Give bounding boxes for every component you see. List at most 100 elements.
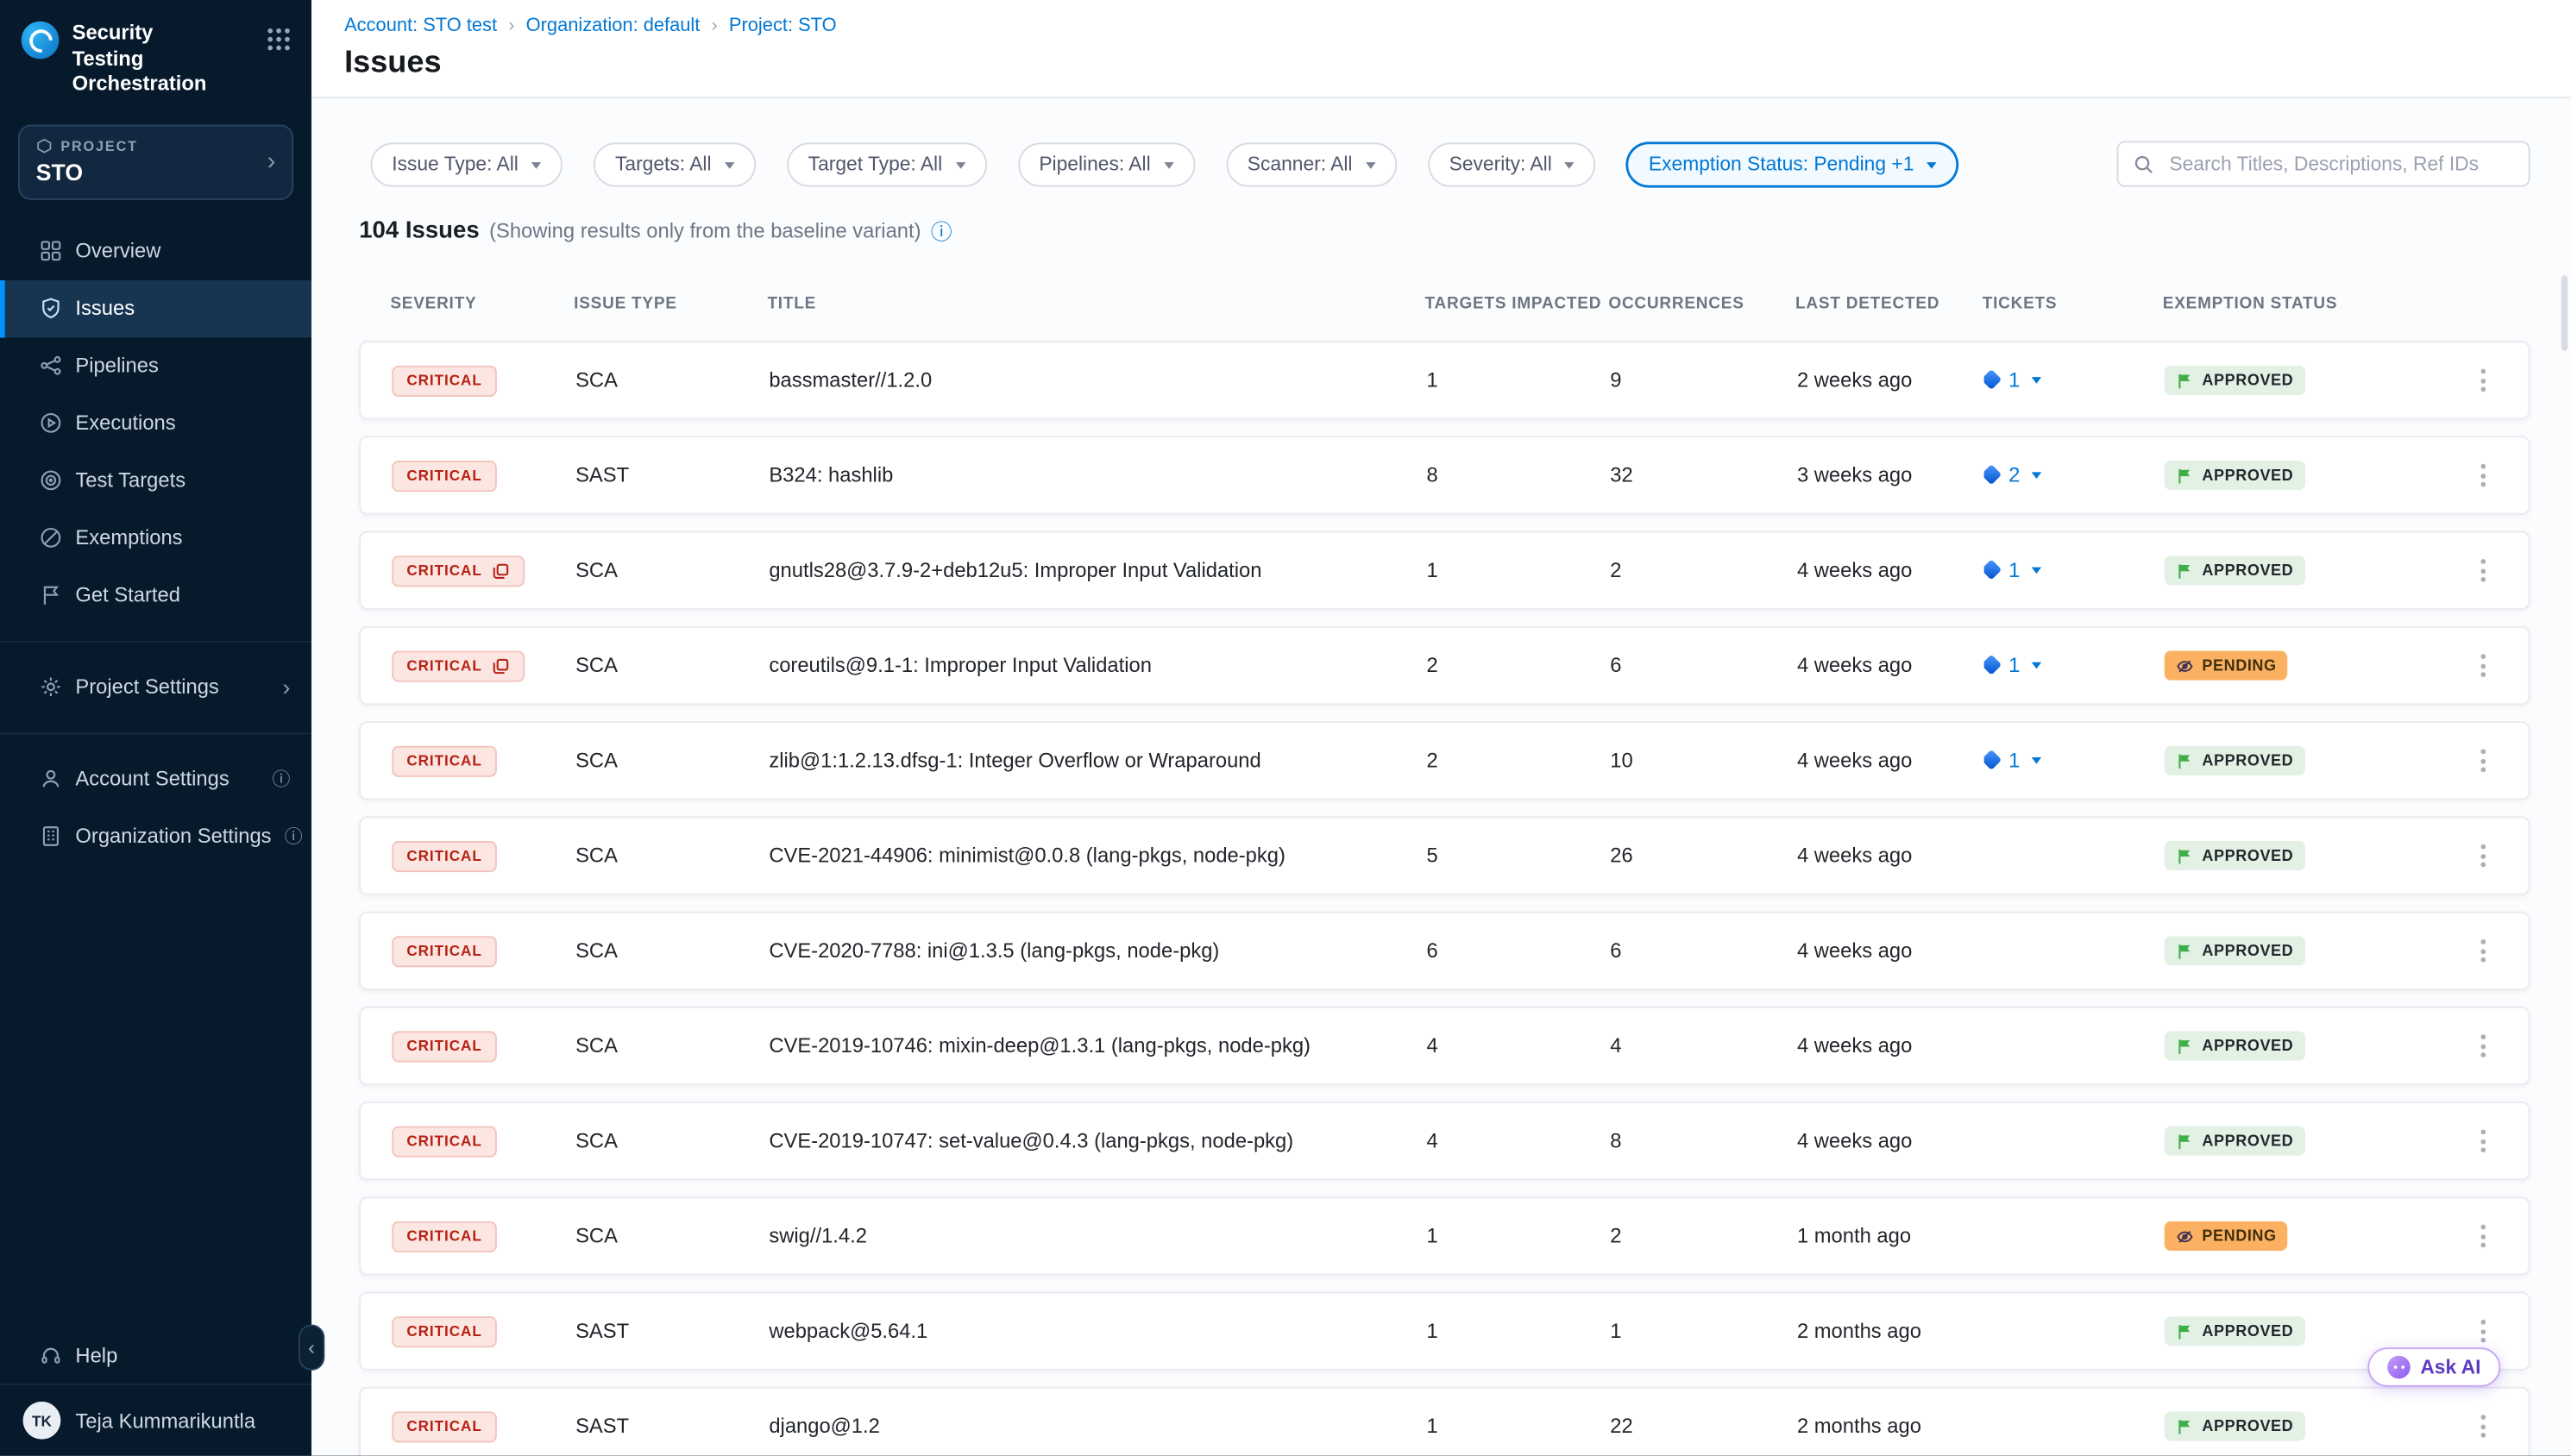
sidebar-item-issues[interactable]: Issues bbox=[0, 280, 311, 338]
filter-pipelines[interactable]: Pipelines: All bbox=[1018, 141, 1195, 185]
targets-impacted: 1 bbox=[1426, 1320, 1610, 1343]
row-menu-button[interactable] bbox=[2471, 1123, 2496, 1159]
column-header[interactable]: EXEMPTION STATUS bbox=[2163, 295, 2442, 313]
filter-severity[interactable]: Severity: All bbox=[1428, 141, 1596, 185]
column-header[interactable]: TITLE bbox=[767, 295, 1424, 313]
flag-icon bbox=[2176, 1132, 2194, 1150]
issues-count: 104 Issues bbox=[359, 217, 479, 243]
sidebar-item-organization-settings[interactable]: Organization Settingsⓘ bbox=[0, 808, 311, 866]
info-icon[interactable]: ⓘ bbox=[931, 215, 952, 246]
breadcrumb-link[interactable]: Account: STO test bbox=[344, 16, 497, 36]
filter-label: Target Type: All bbox=[808, 153, 943, 176]
sidebar-admin: Account SettingsⓘOrganization Settingsⓘ bbox=[0, 750, 311, 865]
issue-row[interactable]: CRITICALSCAswig//1.4.2121 month agoPENDI… bbox=[359, 1196, 2530, 1275]
chevron-down-icon bbox=[1927, 161, 1937, 168]
row-menu-button[interactable] bbox=[2471, 743, 2496, 779]
scrollbar-thumb[interactable] bbox=[2562, 275, 2568, 350]
issue-row[interactable]: CRITICALSASTdjango@1.21222 months agoAPP… bbox=[359, 1387, 2530, 1456]
ticket-indicator[interactable]: 1 bbox=[1984, 749, 2041, 772]
severity-badge: CRITICAL bbox=[392, 1221, 497, 1252]
info-icon[interactable]: ⓘ bbox=[272, 766, 290, 792]
user-name: Teja Kummarikuntla bbox=[75, 1409, 255, 1433]
row-menu-button[interactable] bbox=[2471, 1218, 2496, 1254]
sidebar-item-overview[interactable]: Overview bbox=[0, 223, 311, 280]
issue-row[interactable]: CRITICALSCAgnutls28@3.7.9-2+deb12u5: Imp… bbox=[359, 531, 2530, 610]
sidebar-item-label: Get Started bbox=[75, 584, 180, 607]
sidebar-item-get-started[interactable]: Get Started bbox=[0, 567, 311, 624]
sidebar-item-executions[interactable]: Executions bbox=[0, 395, 311, 453]
severity-badge: CRITICAL bbox=[392, 1030, 497, 1061]
user-profile[interactable]: TK Teja Kummarikuntla bbox=[0, 1384, 311, 1456]
filter-exemption-status[interactable]: Exemption Status: Pending +1 bbox=[1627, 141, 1958, 185]
sidebar-collapse-handle[interactable]: ‹ bbox=[299, 1325, 324, 1371]
row-menu-button[interactable] bbox=[2471, 1313, 2496, 1349]
targets-impacted: 1 bbox=[1426, 559, 1610, 582]
sidebar-item-project-settings[interactable]: Project Settings› bbox=[0, 659, 311, 717]
tickets-cell: 1 bbox=[1984, 368, 2165, 392]
filter-label: Pipelines: All bbox=[1039, 153, 1150, 176]
sidebar-item-pipelines[interactable]: Pipelines bbox=[0, 337, 311, 395]
column-header[interactable]: TARGETS IMPACTED bbox=[1425, 295, 1609, 313]
filter-target-type[interactable]: Target Type: All bbox=[787, 141, 987, 185]
ticket-indicator[interactable]: 1 bbox=[1984, 368, 2041, 392]
module-grid-icon[interactable] bbox=[266, 26, 292, 52]
filter-scanner[interactable]: Scanner: All bbox=[1226, 141, 1397, 185]
sidebar-item-test-targets[interactable]: Test Targets bbox=[0, 452, 311, 510]
row-menu-button[interactable] bbox=[2471, 1409, 2496, 1445]
row-menu-button[interactable] bbox=[2471, 1028, 2496, 1064]
breadcrumb-link[interactable]: Project: STO bbox=[729, 16, 837, 36]
project-selector[interactable]: PROJECT STO › bbox=[18, 124, 293, 199]
targets-impacted: 6 bbox=[1426, 939, 1610, 963]
column-header[interactable]: LAST DETECTED bbox=[1795, 295, 1983, 313]
ticket-indicator[interactable]: 2 bbox=[1984, 463, 2041, 486]
info-icon[interactable]: ⓘ bbox=[285, 824, 303, 850]
row-menu-button[interactable] bbox=[2471, 838, 2496, 874]
ticket-count: 2 bbox=[2008, 463, 2020, 486]
issue-row[interactable]: CRITICALSCAcoreutils@9.1-1: Improper Inp… bbox=[359, 626, 2530, 705]
chevron-down-icon bbox=[725, 161, 734, 168]
exemption-status-cell: APPROVED bbox=[2165, 936, 2443, 965]
jira-icon bbox=[1984, 655, 2002, 675]
exemption-status-cell: PENDING bbox=[2165, 1221, 2443, 1251]
issue-row[interactable]: CRITICALSCACVE-2020-7788: ini@1.3.5 (lan… bbox=[359, 912, 2530, 990]
issue-row[interactable]: CRITICALSCAbassmaster//1.2.0192 weeks ag… bbox=[359, 341, 2530, 419]
flag-icon bbox=[2176, 942, 2194, 960]
filter-issue-type[interactable]: Issue Type: All bbox=[371, 141, 563, 185]
issue-row[interactable]: CRITICALSASTB324: hashlib8323 weeks ago2… bbox=[359, 436, 2530, 515]
search-input[interactable] bbox=[2166, 151, 2514, 177]
sidebar-nav: Overview IssuesPipelinesExecutionsTest Ta… bbox=[0, 223, 311, 624]
severity-badge: CRITICAL bbox=[392, 935, 497, 966]
column-header[interactable]: OCCURRENCES bbox=[1608, 295, 1795, 313]
harness-logo[interactable] bbox=[22, 22, 60, 60]
chevron-down-icon bbox=[2032, 662, 2041, 669]
column-header[interactable]: ISSUE TYPE bbox=[574, 295, 767, 313]
column-header[interactable]: SEVERITY bbox=[359, 295, 574, 313]
ticket-indicator[interactable]: 1 bbox=[1984, 559, 2041, 582]
sidebar-item-exemptions[interactable]: Exemptions bbox=[0, 510, 311, 568]
issue-row[interactable]: CRITICALSCACVE-2019-10747: set-value@0.4… bbox=[359, 1101, 2530, 1180]
sidebar: Security Testing Orchestration PROJECT S… bbox=[0, 0, 311, 1456]
issue-row[interactable]: CRITICALSCAzlib@1:1.2.13.dfsg-1: Integer… bbox=[359, 721, 2530, 800]
issue-row[interactable]: CRITICALSCACVE-2019-10746: mixin-deep@1.… bbox=[359, 1007, 2530, 1085]
project-selector-label: PROJECT bbox=[60, 137, 138, 154]
duplicates-icon bbox=[492, 656, 510, 675]
sidebar-item-account-settings[interactable]: Account Settingsⓘ bbox=[0, 750, 311, 808]
row-menu-button[interactable] bbox=[2471, 648, 2496, 684]
breadcrumb-link[interactable]: Organization: default bbox=[526, 16, 701, 36]
issue-row[interactable]: CRITICALSCACVE-2021-44906: minimist@0.0.… bbox=[359, 816, 2530, 894]
sidebar-item-label: Exemptions bbox=[75, 527, 182, 550]
sidebar-item-label: Overview bbox=[75, 240, 160, 263]
search-box[interactable] bbox=[2117, 141, 2530, 186]
row-menu-button[interactable] bbox=[2471, 362, 2496, 399]
issue-row[interactable]: CRITICALSASTwebpack@5.64.1112 months ago… bbox=[359, 1292, 2530, 1371]
row-menu-button[interactable] bbox=[2471, 457, 2496, 493]
column-header[interactable]: TICKETS bbox=[1983, 295, 2163, 313]
search-icon bbox=[2134, 154, 2155, 175]
brand-header: Security Testing Orchestration bbox=[0, 0, 311, 111]
ticket-indicator[interactable]: 1 bbox=[1984, 654, 2041, 677]
row-menu-button[interactable] bbox=[2471, 552, 2496, 588]
help-button[interactable]: Help bbox=[0, 1328, 311, 1384]
ask-ai-button[interactable]: Ask AI bbox=[2368, 1347, 2501, 1387]
filter-targets[interactable]: Targets: All bbox=[594, 141, 756, 185]
row-menu-button[interactable] bbox=[2471, 932, 2496, 969]
